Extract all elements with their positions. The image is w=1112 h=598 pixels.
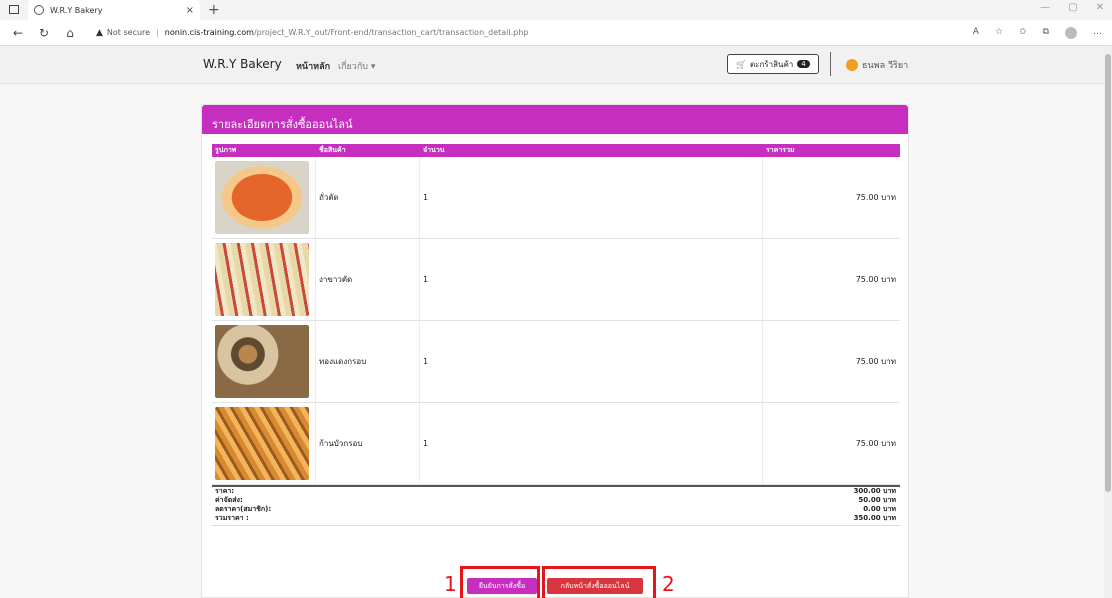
product-qty: 1: [420, 321, 763, 402]
restore-icon[interactable]: ▢: [1068, 2, 1077, 13]
product-total: 75.00 บาท: [855, 439, 896, 448]
url-path: /project_W.R.Y_out/Front-end/transaction…: [253, 28, 529, 37]
favorites-list-icon[interactable]: ✩: [1019, 27, 1027, 39]
more-icon[interactable]: …: [1093, 27, 1102, 39]
annotation-number-2: 2: [662, 572, 675, 596]
url-field[interactable]: ▲ Not secure | nonin.cis-training.com /p…: [96, 28, 528, 38]
new-tab-icon[interactable]: +: [208, 2, 220, 18]
table-header: รูปภาพ ชื่อสินค้า จำนวน ราคารวม: [212, 144, 900, 157]
col-image: รูปภาพ: [215, 146, 237, 154]
home-icon[interactable]: ⌂: [62, 26, 78, 40]
url-host: nonin.cis-training.com: [164, 28, 254, 37]
read-aloud-icon[interactable]: A: [973, 27, 979, 39]
col-qty: จำนวน: [423, 146, 445, 154]
scrollbar-thumb[interactable]: [1105, 54, 1111, 492]
product-total: 75.00 บาท: [855, 357, 896, 366]
not-secure-label: Not secure: [106, 28, 151, 37]
summary-label: รวมราคา :: [215, 514, 249, 522]
window-controls: — ▢ ✕: [1040, 2, 1104, 13]
cart-count-badge: 4: [797, 60, 810, 68]
table-row: ถั่วตัด 1 75.00 บาท: [212, 157, 900, 239]
product-image: [215, 407, 309, 480]
image-cell: [212, 321, 316, 402]
table-row: ทองแดงกรอบ 1 75.00 บาท: [212, 321, 900, 403]
annotation-number-1: 1: [444, 572, 457, 596]
nav-about-dropdown[interactable]: เกี่ยวกับ ▾: [338, 59, 375, 73]
navbar-divider: [830, 52, 831, 76]
browser-tools: A ☆ ✩ ⧉ …: [973, 27, 1102, 39]
user-name: ธนพล วีริยา: [862, 61, 909, 71]
image-cell: [212, 239, 316, 320]
cart-label: ตะกร้าสินค้า: [749, 59, 794, 69]
summary-grand-total: รวมราคา : 350.00 บาท: [212, 514, 900, 523]
product-qty: 1: [420, 157, 763, 238]
product-total: 75.00 บาท: [855, 193, 896, 202]
user-menu[interactable]: ธนพล วีริยา: [846, 58, 908, 72]
brand-logo[interactable]: W.R.Y Bakery: [203, 57, 282, 71]
back-to-order-button[interactable]: กลับหน้าสั่งซื้อออนไลน์: [547, 578, 643, 594]
browser-tab[interactable]: W.R.Y Bakery ×: [28, 0, 200, 20]
table-row: ก้านบัวกรอบ 1 75.00 บาท: [212, 403, 900, 485]
cart-button[interactable]: 🛒 ตะกร้าสินค้า 4: [727, 54, 819, 74]
product-image: [215, 161, 309, 234]
confirm-order-button[interactable]: ยืนยันการสั่งซื้อ: [467, 578, 537, 594]
product-image: [215, 243, 309, 316]
product-name: ถั่วตัด: [316, 157, 420, 238]
warning-icon: ▲: [96, 27, 103, 38]
product-total: 75.00 บาท: [855, 275, 896, 284]
image-cell: [212, 403, 316, 484]
favorite-icon[interactable]: ☆: [995, 27, 1003, 39]
address-bar: ← ↻ ⌂ ▲ Not secure | nonin.cis-training.…: [0, 20, 1112, 46]
col-name: ชื่อสินค้า: [319, 146, 346, 154]
product-image: [215, 325, 309, 398]
refresh-icon[interactable]: ↻: [36, 26, 52, 40]
nav-home[interactable]: หน้าหลัก: [296, 59, 330, 73]
order-summary: ราคา: 300.00 บาท ค่าจัดส่ง: 50.00 บาท ลด…: [212, 485, 900, 526]
table-row: งาขาวตัด 1 75.00 บาท: [212, 239, 900, 321]
summary-value: 350.00 บาท: [853, 514, 896, 522]
globe-icon: [34, 5, 44, 15]
profile-icon[interactable]: [1065, 27, 1077, 39]
tab-title: W.R.Y Bakery: [50, 5, 103, 15]
product-qty: 1: [420, 239, 763, 320]
cart-icon: 🛒: [736, 59, 746, 69]
order-detail-card: รายละเอียดการสั่งซื้อออนไลน์ รูปภาพ ชื่อ…: [201, 104, 909, 598]
close-window-icon[interactable]: ✕: [1096, 2, 1104, 13]
minimize-icon[interactable]: —: [1040, 2, 1050, 13]
browser-titlebar: W.R.Y Bakery × + — ▢ ✕: [0, 0, 1112, 20]
site-navbar: W.R.Y Bakery หน้าหลัก เกี่ยวกับ ▾ 🛒 ตะกร…: [0, 46, 1112, 84]
product-name: ทองแดงกรอบ: [316, 321, 420, 402]
image-cell: [212, 157, 316, 238]
collections-icon[interactable]: ⧉: [1043, 27, 1049, 39]
close-tab-icon[interactable]: ×: [186, 5, 194, 16]
col-total: ราคารวม: [766, 146, 795, 154]
card-title: รายละเอียดการสั่งซื้อออนไลน์: [202, 105, 908, 134]
page-scrollbar[interactable]: [1104, 46, 1112, 598]
product-name: ก้านบัวกรอบ: [316, 403, 420, 484]
user-avatar-icon: [846, 59, 858, 71]
product-name: งาขาวตัด: [316, 239, 420, 320]
back-icon[interactable]: ←: [10, 26, 26, 40]
product-qty: 1: [420, 403, 763, 484]
sidebar-toggle-icon[interactable]: [9, 5, 19, 14]
order-table: รูปภาพ ชื่อสินค้า จำนวน ราคารวม ถั่วตัด …: [212, 144, 900, 526]
url-separator: |: [156, 28, 159, 37]
